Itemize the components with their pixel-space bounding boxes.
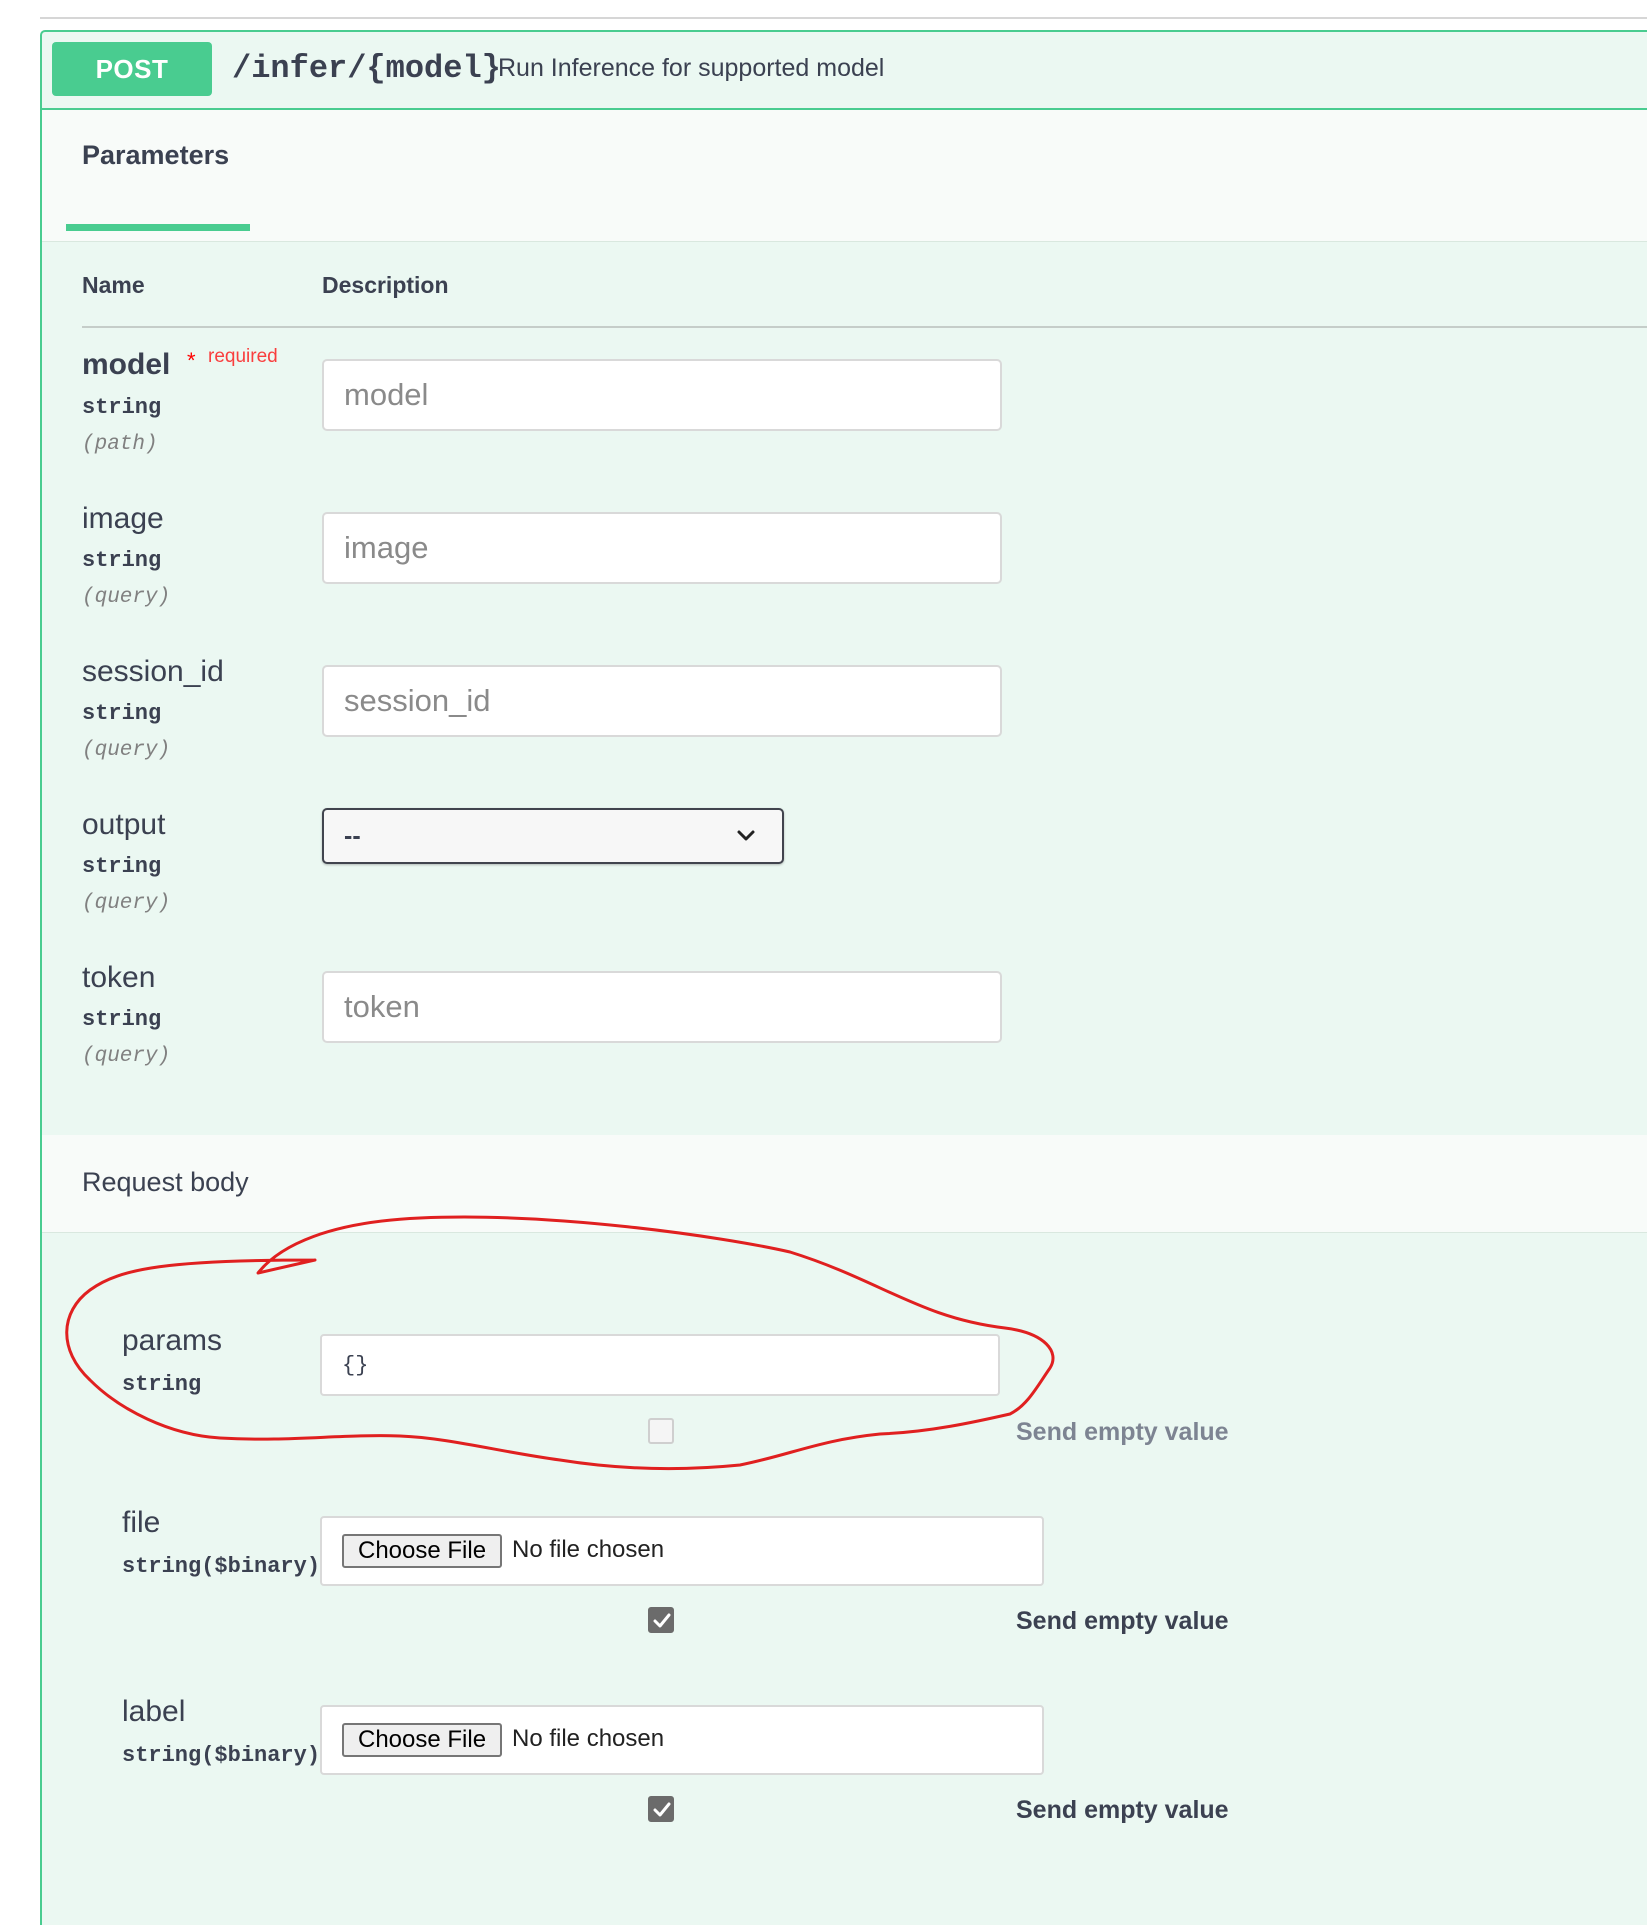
endpoint-path: /infer/{model} [232,50,501,87]
file-upload-field: Choose File No file chosen [320,1516,1044,1586]
parameter-name: output [82,808,166,841]
checkmark-icon [653,1613,671,1628]
output-select-value: -- [344,822,361,850]
parameter-type: string [82,548,162,573]
token-input[interactable] [322,971,1002,1043]
image-input[interactable] [322,512,1002,584]
parameter-location: (path) [82,433,158,456]
parameter-location: (query) [82,586,171,609]
parameters-tab-header: Parameters [42,110,1647,242]
parameter-name: session_id [82,655,224,688]
label-upload-field: Choose File No file chosen [320,1705,1044,1775]
file-status-text: No file chosen [512,1725,665,1752]
tab-parameters[interactable]: Parameters [82,140,229,171]
parameter-name: image [82,502,164,535]
body-field-name: params [122,1324,223,1357]
parameter-type: string [82,395,162,420]
send-empty-checkbox[interactable] [648,1418,674,1444]
endpoint-summary: Run Inference for supported model [498,54,885,82]
swagger-page: POST /infer/{model} Run Inference for su… [0,0,1647,1925]
session-id-input[interactable] [322,665,1002,737]
parameter-type: string [82,1007,162,1032]
choose-file-button[interactable]: Choose File [342,1534,503,1568]
required-label: required [208,346,278,367]
body-field-name: label [122,1695,186,1728]
send-empty-label: Send empty value [1016,1796,1229,1824]
table-header-divider [82,326,1647,328]
body-field-name: file [122,1506,161,1539]
parameter-type: string [82,701,162,726]
send-empty-checkbox[interactable] [648,1607,674,1633]
output-select[interactable]: -- [322,808,784,864]
parameter-location: (query) [82,739,171,762]
body-field-type: string($binary) [122,1743,321,1768]
chevron-down-icon [737,830,755,841]
body-field-type: string($binary) [122,1554,321,1579]
choose-file-button[interactable]: Choose File [342,1723,503,1757]
operation-block-post-infer: POST /infer/{model} Run Inference for su… [40,30,1647,1925]
send-empty-label: Send empty value [1016,1418,1229,1446]
method-badge: POST [52,42,212,96]
params-input[interactable] [320,1334,1000,1396]
parameter-name: token [82,961,156,994]
required-star: * [187,348,196,373]
send-empty-checkbox[interactable] [648,1796,674,1822]
column-header-name: Name [82,272,145,298]
request-body-label: Request body [82,1167,249,1197]
model-input[interactable] [322,359,1002,431]
parameter-location: (query) [82,892,171,915]
top-divider [40,17,1647,19]
parameter-name: model [82,348,171,381]
column-header-description: Description [322,272,449,298]
send-empty-label: Send empty value [1016,1607,1229,1635]
body-field-type: string [122,1372,202,1397]
request-body-header: Request body [42,1135,1647,1233]
tab-active-indicator [66,224,250,231]
operation-summary[interactable]: POST /infer/{model} Run Inference for su… [42,32,1647,110]
checkmark-icon [653,1802,671,1817]
parameter-type: string [82,854,162,879]
parameter-location: (query) [82,1045,171,1068]
file-status-text: No file chosen [512,1536,665,1563]
